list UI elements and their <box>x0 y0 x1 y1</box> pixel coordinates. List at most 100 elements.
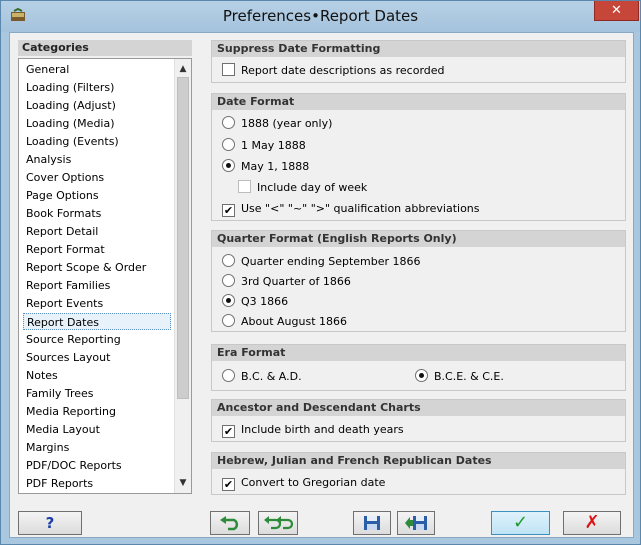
radio-circle[interactable] <box>222 274 235 287</box>
hebrew-header: Hebrew, Julian and French Republican Dat… <box>212 453 625 469</box>
radio-label: 1888 (year only) <box>241 117 333 130</box>
include-birth-death-years-checkbox[interactable]: ✔ Include birth and death years <box>222 421 404 439</box>
report-as-recorded-checkbox[interactable]: Report date descriptions as recorded <box>222 62 445 80</box>
checkbox-box[interactable]: ✔ <box>222 478 235 491</box>
category-item[interactable]: Report Detail <box>23 223 171 240</box>
suppress-header: Suppress Date Formatting <box>212 41 625 57</box>
checkbox-label: Report date descriptions as recorded <box>241 64 445 77</box>
close-button[interactable]: ✕ <box>594 1 639 21</box>
undo-button[interactable] <box>210 511 250 535</box>
quarter-about-month-radio[interactable]: About August 1866 <box>222 313 347 331</box>
checkbox-box[interactable]: ✔ <box>222 204 235 217</box>
quarter-format-header: Quarter Format (English Reports Only) <box>212 231 625 247</box>
category-item[interactable]: Report Events <box>23 295 171 312</box>
radio-circle[interactable] <box>222 116 235 129</box>
quarter-q3-radio[interactable]: Q3 1866 <box>222 293 288 311</box>
charts-header: Ancestor and Descendant Charts <box>212 400 625 416</box>
qualification-abbreviations-checkbox[interactable]: ✔ Use "<" "~" ">" qualification abbreviat… <box>222 200 480 218</box>
hebrew-julian-dates-group: Hebrew, Julian and French Republican Dat… <box>211 452 626 495</box>
radio-circle[interactable] <box>222 254 235 267</box>
category-item[interactable]: Report Dates <box>23 313 171 330</box>
category-item[interactable]: Sources Layout <box>23 349 171 366</box>
category-item[interactable]: Page Options <box>23 187 171 204</box>
checkbox-box[interactable]: ✔ <box>222 425 235 438</box>
radio-label: 3rd Quarter of 1866 <box>241 275 351 288</box>
category-item[interactable]: Report Format <box>23 241 171 258</box>
quarter-of-year-radio[interactable]: 3rd Quarter of 1866 <box>222 273 351 291</box>
include-day-of-week-checkbox[interactable]: Include day of week <box>238 179 367 197</box>
category-item[interactable]: Loading (Adjust) <box>23 97 171 114</box>
radio-circle-selected[interactable] <box>222 294 235 307</box>
dialog-body: Categories General Loading (Filters) Loadi… <box>9 32 634 538</box>
cancel-button[interactable]: ✗ <box>563 511 621 535</box>
checkbox-label: Convert to Gregorian date <box>241 476 386 489</box>
checkbox-box[interactable] <box>238 180 251 193</box>
category-item[interactable]: Media Layout <box>23 421 171 438</box>
suppress-date-formatting-group: Suppress Date Formatting Report date des… <box>211 40 626 83</box>
radio-label: About August 1866 <box>241 315 348 328</box>
checkbox-label: Include birth and death years <box>241 423 404 436</box>
quarter-ending-radio[interactable]: Quarter ending September 1866 <box>222 253 421 271</box>
radio-circle-selected[interactable] <box>222 159 235 172</box>
date-format-month-day-year-radio[interactable]: May 1, 1888 <box>222 158 309 176</box>
checkbox-label: Include day of week <box>257 181 368 194</box>
era-format-group: Era Format B.C. & A.D. B.C.E. & C.E. <box>211 344 626 391</box>
category-item[interactable]: Media Reporting <box>23 403 171 420</box>
radio-circle-selected[interactable] <box>415 369 428 382</box>
floppy-save-icon <box>364 516 380 530</box>
category-item[interactable]: Report Scope & Order <box>23 259 171 276</box>
era-bce-ce-radio[interactable]: B.C.E. & C.E. <box>415 368 504 386</box>
category-item[interactable]: Report Families <box>23 277 171 294</box>
categories-list[interactable]: General Loading (Filters) Loading (Adjust)… <box>18 58 192 494</box>
radio-label: Q3 1866 <box>241 295 289 308</box>
quarter-format-group: Quarter Format (English Reports Only) Qu… <box>211 230 626 332</box>
scroll-thumb[interactable] <box>177 77 189 399</box>
checkbox-box[interactable] <box>222 63 235 76</box>
scroll-down-arrow-icon[interactable]: ▼ <box>175 475 191 491</box>
undo-all-button[interactable] <box>258 511 298 535</box>
date-format-year-only-radio[interactable]: 1888 (year only) <box>222 115 332 133</box>
date-format-day-month-year-radio[interactable]: 1 May 1888 <box>222 137 306 155</box>
undo-arrow-icon <box>220 516 239 531</box>
category-item[interactable]: Loading (Media) <box>23 115 171 132</box>
radio-circle[interactable] <box>222 138 235 151</box>
category-item[interactable]: General <box>23 61 171 78</box>
radio-label: May 1, 1888 <box>241 160 310 173</box>
category-item[interactable]: Book Formats <box>23 205 171 222</box>
date-format-group: Date Format 1888 (year only) 1 May 1888 … <box>211 93 626 221</box>
save-defaults-button[interactable] <box>353 511 391 535</box>
category-item[interactable]: PDF Reports <box>23 475 171 492</box>
category-item[interactable]: Source Reporting <box>23 331 171 348</box>
date-format-header: Date Format <box>212 94 625 110</box>
preferences-window: Preferences•Report Dates ✕ Categories Ge… <box>0 0 641 545</box>
categories-scrollbar[interactable]: ▲ ▼ <box>174 59 191 493</box>
radio-circle[interactable] <box>222 369 235 382</box>
title-bar[interactable]: Preferences•Report Dates ✕ <box>1 1 640 32</box>
floppy-load-icon <box>405 516 427 530</box>
category-item[interactable]: PDF/DOC Reports <box>23 457 171 474</box>
category-item[interactable]: Margins <box>23 439 171 456</box>
help-button[interactable]: ? <box>18 511 82 535</box>
era-format-header: Era Format <box>212 345 625 361</box>
era-bc-ad-radio[interactable]: B.C. & A.D. <box>222 368 302 386</box>
convert-to-gregorian-checkbox[interactable]: ✔ Convert to Gregorian date <box>222 474 385 492</box>
category-item[interactable]: Loading (Filters) <box>23 79 171 96</box>
radio-label: B.C.E. & C.E. <box>434 370 504 383</box>
radio-label: 1 May 1888 <box>241 139 306 152</box>
undo-all-arrows-icon <box>264 516 294 530</box>
ancestor-descendant-charts-group: Ancestor and Descendant Charts ✔ Include … <box>211 399 626 442</box>
category-item[interactable]: Loading (Events) <box>23 133 171 150</box>
radio-label: B.C. & A.D. <box>241 370 302 383</box>
checkbox-label: Use "<" "~" ">" qualification abbreviati… <box>241 202 480 215</box>
categories-header: Categories <box>18 40 192 56</box>
ok-button[interactable]: ✓ <box>491 511 550 535</box>
radio-circle[interactable] <box>222 314 235 327</box>
window-title: Preferences•Report Dates <box>222 7 419 25</box>
radio-label: Quarter ending September 1866 <box>241 255 421 268</box>
category-item[interactable]: Family Trees <box>23 385 171 402</box>
category-item[interactable]: Cover Options <box>23 169 171 186</box>
category-item[interactable]: Notes <box>23 367 171 384</box>
load-defaults-button[interactable] <box>397 511 435 535</box>
category-item[interactable]: Analysis <box>23 151 171 168</box>
scroll-up-arrow-icon[interactable]: ▲ <box>175 61 191 77</box>
